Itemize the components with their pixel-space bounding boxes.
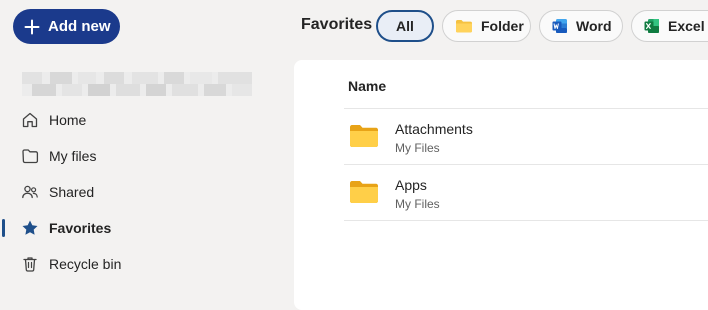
filter-excel[interactable]: Excel xyxy=(631,10,708,42)
sidebar-item-favorites[interactable]: Favorites xyxy=(20,216,111,240)
filter-word[interactable]: Word xyxy=(539,10,623,42)
page-title: Favorites xyxy=(301,16,373,33)
column-header-name[interactable]: Name xyxy=(348,78,386,94)
filter-excel-label: Excel xyxy=(668,18,705,34)
sidebar-item-label: Shared xyxy=(49,184,95,200)
table-row[interactable]: Apps My Files xyxy=(344,164,708,220)
sidebar-item-home[interactable]: Home xyxy=(20,108,86,132)
sidebar-item-label: Favorites xyxy=(49,220,112,236)
sidebar-item-my-files[interactable]: My files xyxy=(20,144,96,168)
file-name[interactable]: Apps xyxy=(395,177,427,193)
home-icon xyxy=(20,110,40,130)
word-icon xyxy=(552,18,568,34)
star-icon xyxy=(20,218,40,238)
file-list-panel: Name Attachments My Files Apps My Files xyxy=(294,60,708,310)
sidebar-item-label: My files xyxy=(49,148,97,164)
add-new-label: Add new xyxy=(48,18,111,35)
add-new-button[interactable]: Add new xyxy=(13,9,120,44)
sidebar-item-label: Home xyxy=(49,112,87,128)
account-blurred xyxy=(22,72,252,96)
sidebar-item-recycle-bin[interactable]: Recycle bin xyxy=(20,252,121,276)
excel-icon xyxy=(644,18,660,34)
filter-all-label: All xyxy=(396,18,414,34)
sidebar-item-shared[interactable]: Shared xyxy=(20,180,94,204)
active-indicator xyxy=(2,219,5,237)
folder-outline-icon xyxy=(20,146,40,166)
file-location: My Files xyxy=(395,141,440,155)
filter-folder[interactable]: Folder xyxy=(442,10,531,42)
table-row[interactable]: Attachments My Files xyxy=(344,108,708,164)
folder-icon xyxy=(455,19,473,33)
trash-icon xyxy=(20,254,40,274)
folder-icon xyxy=(349,124,379,153)
filter-word-label: Word xyxy=(576,18,612,34)
filter-all[interactable]: All xyxy=(376,10,434,42)
plus-icon xyxy=(24,19,40,34)
divider xyxy=(344,220,708,221)
file-location: My Files xyxy=(395,197,440,211)
sidebar-item-label: Recycle bin xyxy=(49,256,122,272)
folder-icon xyxy=(349,180,379,209)
file-name[interactable]: Attachments xyxy=(395,121,473,137)
filter-folder-label: Folder xyxy=(481,18,524,34)
people-icon xyxy=(20,182,40,202)
